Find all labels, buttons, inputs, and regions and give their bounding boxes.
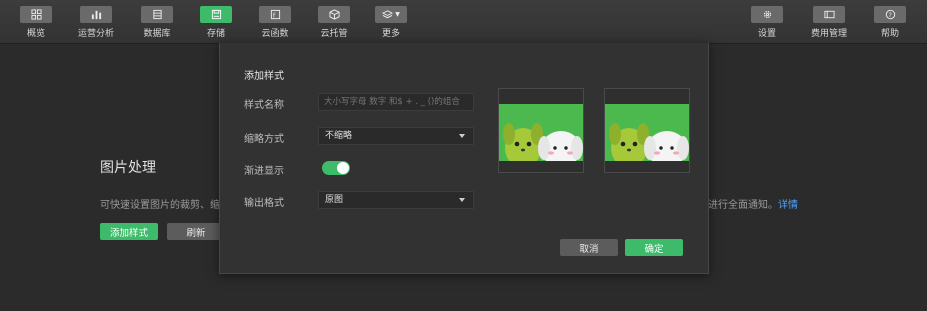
page-description: 可快速设置图片的裁剪、缩 — [100, 200, 220, 211]
progressive-label: 渐进显示 — [244, 166, 284, 177]
refresh-button[interactable]: 刷新 — [167, 223, 225, 240]
function-icon: f — [259, 6, 291, 23]
dialog-title: 添加样式 — [244, 71, 284, 82]
output-format-value: 原图 — [325, 195, 344, 205]
page-description-tail: 进行全面通知。详情 — [708, 196, 798, 211]
preview-processed — [604, 88, 690, 173]
toolbar-label: 更多 — [381, 29, 400, 39]
top-toolbar: 概览 运营分析 数据库 存储 f 云函数 云托管 ▼ 更多 设置 费用管理 ? … — [0, 0, 927, 44]
bar-chart-icon — [80, 6, 112, 23]
thumbnail-mode-select[interactable]: 不缩略 — [318, 127, 474, 145]
thumbnail-mode-value: 不缩略 — [325, 131, 353, 141]
toolbar-label: 概览 — [26, 29, 45, 39]
progressive-toggle[interactable] — [322, 161, 350, 175]
toolbar-label: 帮助 — [880, 29, 899, 39]
layers-icon: ▼ — [375, 6, 407, 23]
toolbar-item-functions[interactable]: f 云函数 — [251, 6, 299, 40]
cancel-button[interactable]: 取消 — [560, 239, 618, 256]
toolbar-item-analytics[interactable]: 运营分析 — [72, 6, 120, 40]
gear-icon — [751, 6, 783, 23]
thumbnail-mode-label: 缩略方式 — [244, 134, 284, 145]
grid-icon — [20, 6, 52, 23]
toolbar-label: 运营分析 — [77, 29, 114, 39]
cube-icon — [318, 6, 350, 23]
database-icon — [141, 6, 173, 23]
output-format-label: 输出格式 — [244, 198, 284, 209]
toolbar-item-database[interactable]: 数据库 — [133, 6, 181, 40]
style-name-label: 样式名称 — [244, 100, 284, 111]
toolbar-item-help[interactable]: ? 帮助 — [866, 6, 914, 40]
toolbar-item-settings[interactable]: 设置 — [743, 6, 791, 40]
preview-image — [605, 104, 689, 161]
toolbar-item-billing[interactable]: 费用管理 — [805, 6, 853, 40]
toolbar-item-overview[interactable]: 概览 — [12, 6, 60, 40]
add-style-button[interactable]: 添加样式 — [100, 223, 158, 240]
toggle-knob — [337, 162, 349, 174]
toolbar-label: 云函数 — [261, 29, 289, 39]
output-format-select[interactable]: 原图 — [318, 191, 474, 209]
preview-image — [499, 104, 583, 161]
toolbar-label: 云托管 — [320, 29, 348, 39]
svg-text:?: ? — [888, 12, 891, 19]
details-link[interactable]: 详情 — [778, 200, 798, 211]
page-title: 图片处理 — [100, 160, 156, 176]
preview-original — [498, 88, 584, 173]
toolbar-item-hosting[interactable]: 云托管 — [310, 6, 358, 40]
toolbar-label: 设置 — [757, 29, 776, 39]
toolbar-label: 数据库 — [143, 29, 171, 39]
chevron-down-icon — [459, 134, 465, 138]
toolbar-item-storage[interactable]: 存储 — [192, 6, 240, 40]
storage-icon — [200, 6, 232, 23]
style-name-input[interactable] — [318, 93, 474, 111]
add-style-dialog: 添加样式 样式名称 缩略方式 不缩略 渐进显示 输出格式 原图 — [219, 43, 709, 274]
svg-text:f: f — [272, 11, 275, 19]
chevron-down-icon: ▼ — [395, 11, 400, 18]
toolbar-label: 存储 — [206, 29, 225, 39]
confirm-button[interactable]: 确定 — [625, 239, 683, 256]
chevron-down-icon — [459, 198, 465, 202]
page-description-text: 进行全面通知。 — [708, 200, 778, 211]
card-icon — [813, 6, 845, 23]
help-icon: ? — [874, 6, 906, 23]
toolbar-item-more[interactable]: ▼ 更多 — [367, 6, 415, 40]
toolbar-label: 费用管理 — [810, 29, 847, 39]
